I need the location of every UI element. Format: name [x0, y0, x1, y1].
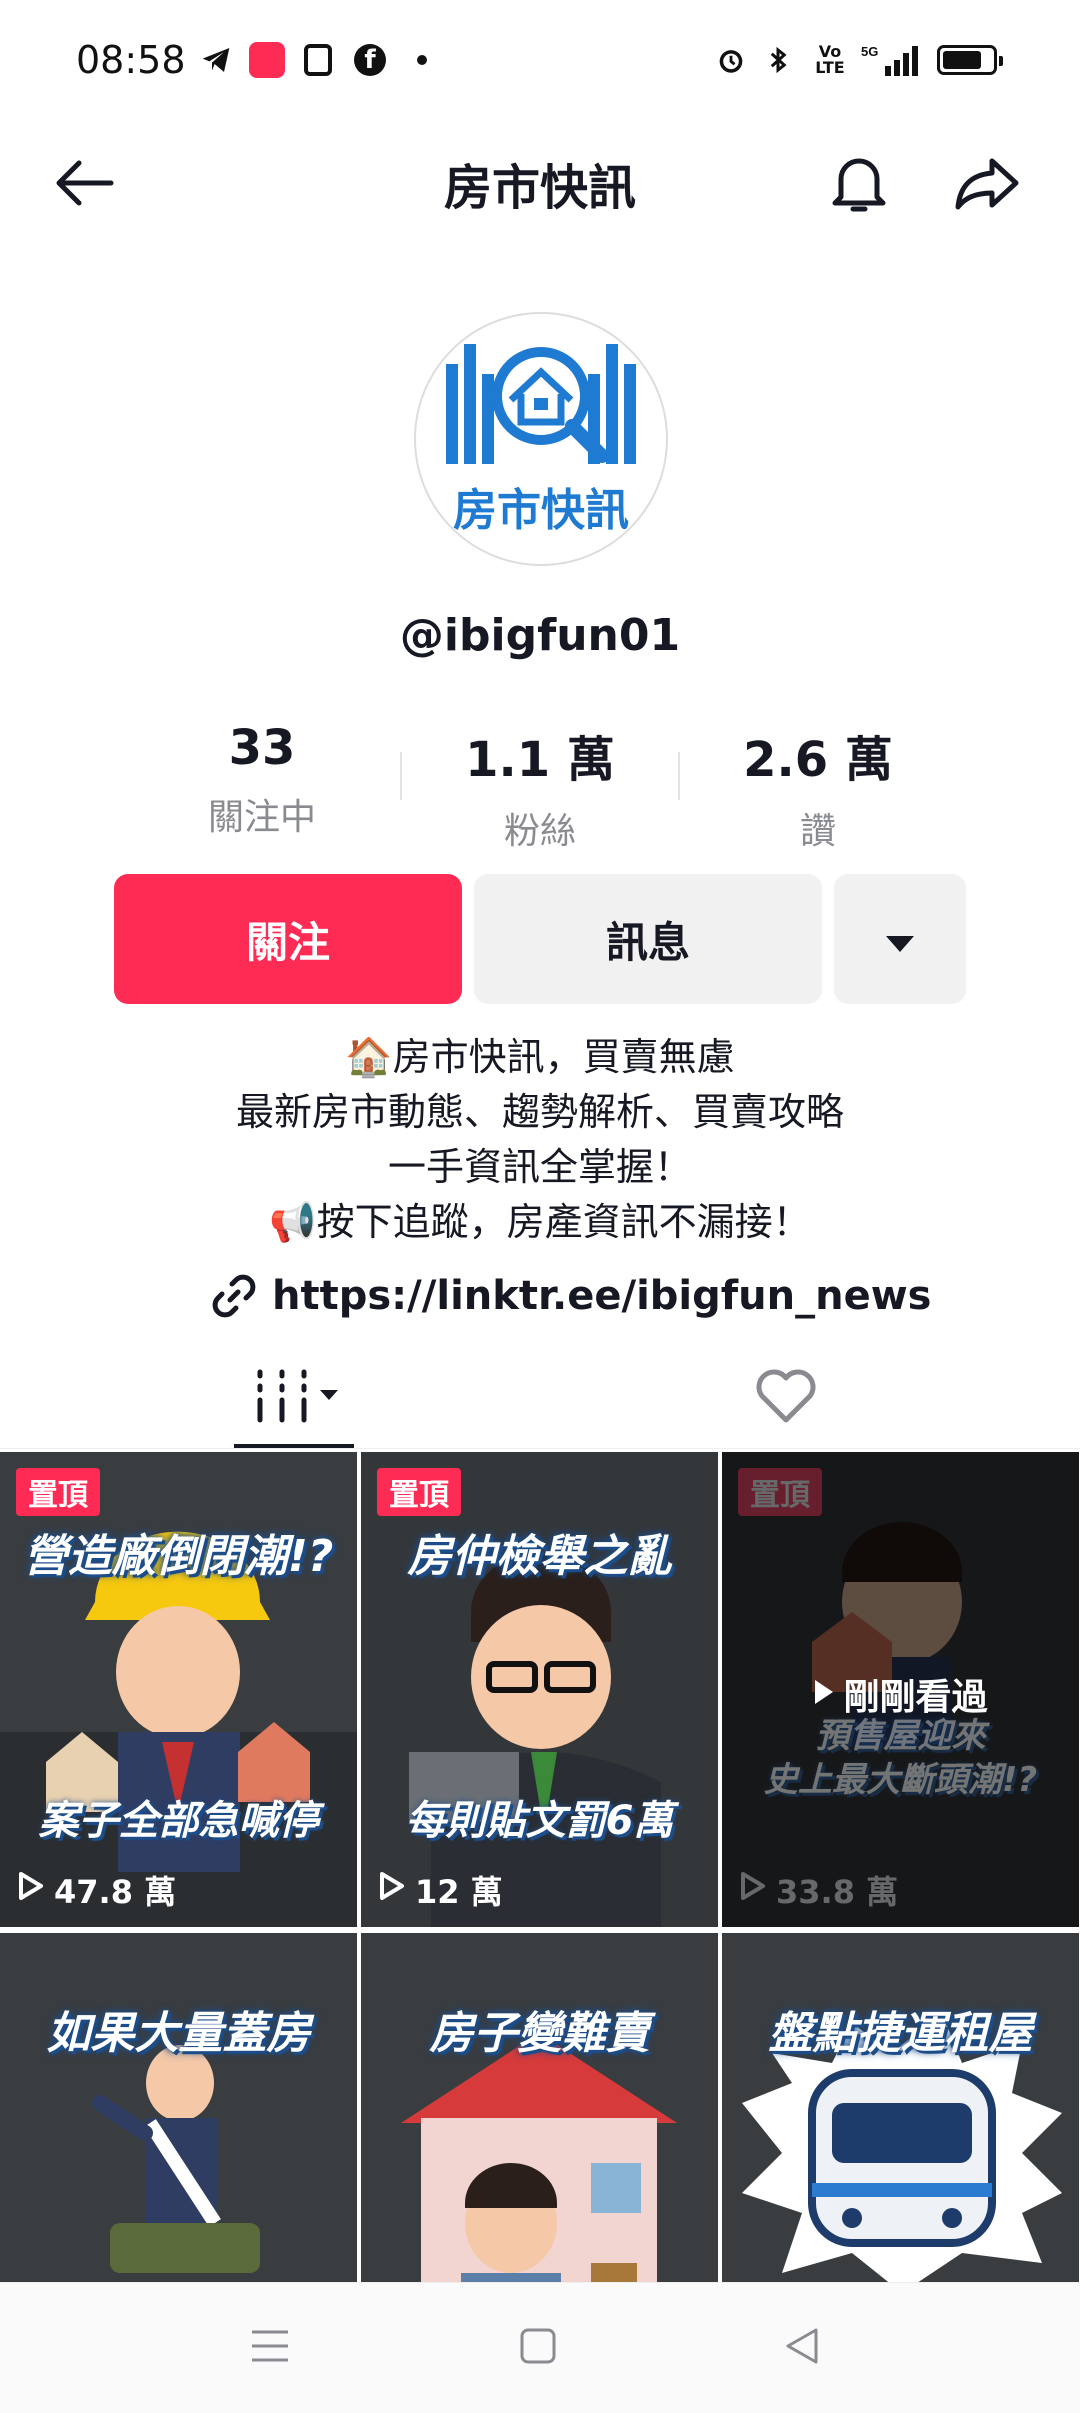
notes-icon [300, 40, 336, 80]
video-subtitle: 每則貼文罰6萬 [405, 1798, 674, 1844]
house-for-sale-illustration-icon [361, 1933, 718, 2282]
view-count-text: 12 萬 [415, 1873, 503, 1911]
avatar-text: 房市快訊 [453, 485, 629, 536]
video-subtitle: 案子全部急喊停 [38, 1798, 319, 1844]
share-icon [954, 155, 1020, 215]
stat-divider [400, 752, 402, 800]
following-count: 33 [228, 720, 296, 776]
view-count-text: 47.8 萬 [54, 1873, 177, 1911]
mrt-train-illustration-icon [722, 1933, 1079, 2282]
link-text: https://linktr.ee/ibigfun_news [272, 1273, 932, 1319]
play-icon [813, 1674, 835, 1715]
view-count: 12 萬 [379, 1867, 503, 1913]
play-outline-icon [18, 1871, 44, 1909]
pinned-badge: 置頂 [16, 1468, 100, 1516]
status-time: 08:58 [76, 38, 186, 82]
triangle-back-icon [784, 2326, 820, 2370]
likes-count: 2.6 萬 [743, 732, 893, 788]
video-title: 如果大量蓋房 [46, 2008, 311, 2059]
video-title: 房仲檢舉之亂 [407, 1531, 672, 1582]
system-nav-bar [0, 2282, 1080, 2413]
bio-line: 🏠房市快訊，買賣無慮 [345, 1035, 735, 1079]
tab-videos[interactable] [232, 1358, 362, 1438]
pinned-badge: 置頂 [738, 1468, 822, 1516]
stat-likes[interactable]: 2.6 萬 讚 [688, 720, 948, 854]
tabs-divider [0, 1448, 1080, 1449]
recent-apps-button[interactable] [240, 2323, 300, 2373]
telegram-icon [196, 40, 236, 80]
view-count: 47.8 萬 [18, 1867, 176, 1913]
heart-outline-icon [755, 1368, 817, 1428]
video-title: 營造廠倒閉潮!? [23, 1531, 334, 1582]
following-label: 關注中 [207, 797, 316, 838]
bio-line: 最新房市動態、趨勢解析、買賣攻略 [235, 1090, 844, 1134]
pinned-badge: 置頂 [377, 1468, 461, 1516]
alarm-icon [712, 40, 750, 80]
profile-link[interactable]: https://linktr.ee/ibigfun_news [210, 1272, 932, 1320]
username: @ibigfun01 [399, 610, 681, 661]
video-thumbnail[interactable]: 如果大量蓋房 [0, 1933, 357, 2282]
signal-5g-icon: 5G [860, 40, 920, 80]
view-count-text: 33.8 萬 [776, 1873, 899, 1911]
video-grid-icon [252, 1368, 342, 1428]
page-title: 房市快訊 [443, 160, 636, 216]
square-icon [520, 2328, 556, 2368]
play-outline-icon [740, 1871, 766, 1909]
play-outline-icon [379, 1871, 405, 1909]
bell-icon [829, 151, 889, 219]
notification-button[interactable] [824, 150, 894, 220]
video-title: 盤點捷運租屋 [768, 2008, 1033, 2059]
status-bar: 08:58 f Vo LTE 5G [0, 0, 1080, 125]
video-subtitle: 預售屋迎來 史上最大斷頭潮!? [763, 1716, 1038, 1800]
system-back-button[interactable] [772, 2323, 832, 2373]
share-button[interactable] [952, 150, 1022, 220]
video-grid: 置頂 營造廠倒閉潮!? 案子全部急喊停 47.8 萬 置頂 房仲檢舉之亂 每則貼… [0, 1452, 1080, 2282]
facebook-icon: f [352, 40, 388, 80]
recently-watched-text: 剛剛看過 [843, 1677, 988, 1718]
politician-tank-illustration-icon [0, 1933, 357, 2282]
followers-label: 粉絲 [503, 811, 576, 852]
volte-icon: Vo LTE [815, 42, 845, 77]
video-thumbnail[interactable]: 置頂 房仲檢舉之亂 每則貼文罰6萬 12 萬 [361, 1452, 718, 1927]
video-title: 房子變難賣 [429, 2008, 650, 2059]
avatar[interactable]: 房市快訊 [414, 312, 668, 566]
stat-followers[interactable]: 1.1 萬 粉絲 [410, 720, 670, 854]
video-thumbnail[interactable]: 置頂 營造廠倒閉潮!? 案子全部急喊停 47.8 萬 [0, 1452, 357, 1927]
video-thumbnail[interactable]: 盤點捷運租屋 [722, 1933, 1079, 2282]
xiaohongshu-icon [248, 40, 286, 80]
bluetooth-icon [758, 40, 798, 80]
caret-down-icon [884, 915, 916, 964]
followers-count: 1.1 萬 [465, 732, 615, 788]
stat-divider [678, 752, 680, 800]
bio-line: 一手資訊全掌握！ [387, 1145, 692, 1189]
suggested-accounts-button[interactable] [834, 874, 966, 1004]
recently-watched-label: 剛剛看過 [722, 1668, 1079, 1720]
video-thumbnail[interactable]: 房子變難賣 [361, 1933, 718, 2282]
likes-label: 讚 [799, 811, 836, 852]
profile-tabs [0, 1340, 1080, 1450]
svg-text:5G: 5G [861, 44, 878, 59]
home-button[interactable] [508, 2323, 568, 2373]
message-button[interactable]: 訊息 [474, 874, 822, 1004]
link-icon [210, 1272, 258, 1320]
dot-icon [412, 40, 432, 80]
tab-liked[interactable] [746, 1358, 826, 1438]
bio-line: 📢按下追蹤，房產資訊不漏接！ [269, 1200, 811, 1244]
stat-following[interactable]: 33 關注中 [132, 720, 392, 840]
menu-lines-icon [250, 2328, 290, 2368]
follow-button[interactable]: 關注 [114, 874, 462, 1004]
battery-icon [930, 40, 1004, 80]
view-count: 33.8 萬 [740, 1867, 898, 1913]
video-thumbnail[interactable]: 置頂 剛剛看過 預售屋迎來 史上最大斷頭潮!? 33.8 萬 [722, 1452, 1079, 1927]
